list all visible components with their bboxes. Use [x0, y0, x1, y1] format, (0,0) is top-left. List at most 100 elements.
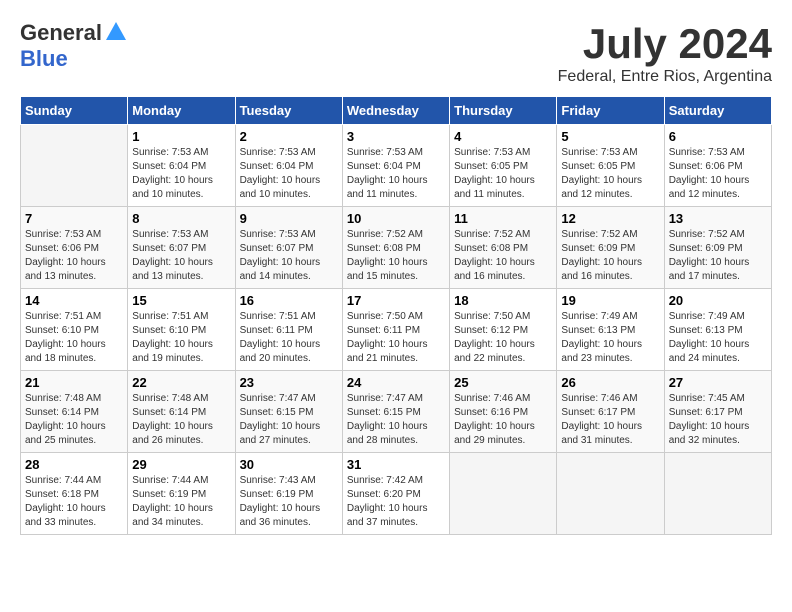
day-cell: 11 Sunrise: 7:52 AM Sunset: 6:08 PM Dayli… [450, 207, 557, 289]
week-row-1: 1 Sunrise: 7:53 AM Sunset: 6:04 PM Daylig… [21, 125, 772, 207]
day-cell: 20 Sunrise: 7:49 AM Sunset: 6:13 PM Dayli… [664, 289, 771, 371]
day-info: Sunrise: 7:46 AM Sunset: 6:16 PM Dayligh… [454, 392, 552, 448]
title-area: July 2024 Federal, Entre Rios, Argentina [558, 20, 772, 86]
day-number: 11 [454, 211, 552, 226]
day-number: 5 [561, 129, 659, 144]
day-info: Sunrise: 7:52 AM Sunset: 6:09 PM Dayligh… [669, 228, 767, 284]
day-cell: 12 Sunrise: 7:52 AM Sunset: 6:09 PM Dayli… [557, 207, 664, 289]
day-number: 28 [25, 457, 123, 472]
day-cell: 15Sunrise: 7:51 AM Sunset: 6:10 PM Dayli… [128, 289, 235, 371]
header-cell-saturday: Saturday [664, 97, 771, 125]
day-info: Sunrise: 7:48 AM Sunset: 6:14 PM Dayligh… [132, 392, 230, 448]
day-number: 2 [240, 129, 338, 144]
day-info: Sunrise: 7:53 AM Sunset: 6:05 PM Dayligh… [454, 146, 552, 202]
day-cell: 10 Sunrise: 7:52 AM Sunset: 6:08 PM Dayli… [342, 207, 449, 289]
day-number: 8 [132, 211, 230, 226]
day-cell: 8 Sunrise: 7:53 AM Sunset: 6:07 PM Daylig… [128, 207, 235, 289]
day-info: Sunrise: 7:53 AM Sunset: 6:04 PM Dayligh… [347, 146, 445, 202]
day-info: Sunrise: 7:50 AM Sunset: 6:11 PM Dayligh… [347, 310, 445, 366]
day-cell: 22 Sunrise: 7:48 AM Sunset: 6:14 PM Dayli… [128, 371, 235, 453]
header-cell-tuesday: Tuesday [235, 97, 342, 125]
day-number: 3 [347, 129, 445, 144]
day-number: 6 [669, 129, 767, 144]
day-number: 1 [132, 129, 230, 144]
day-number: 23 [240, 375, 338, 390]
month-title: July 2024 [558, 20, 772, 68]
header-cell-thursday: Thursday [450, 97, 557, 125]
day-number: 10 [347, 211, 445, 226]
day-info: Sunrise: 7:52 AM Sunset: 6:09 PM Dayligh… [561, 228, 659, 284]
week-row-5: 28 Sunrise: 7:44 AM Sunset: 6:18 PM Dayli… [21, 453, 772, 535]
logo-icon [106, 22, 126, 40]
day-number: 27 [669, 375, 767, 390]
day-number: 30 [240, 457, 338, 472]
day-cell: 29 Sunrise: 7:44 AM Sunset: 6:19 PM Dayli… [128, 453, 235, 535]
header-cell-friday: Friday [557, 97, 664, 125]
day-info: Sunrise: 7:53 AM Sunset: 6:07 PM Dayligh… [132, 228, 230, 284]
header-cell-monday: Monday [128, 97, 235, 125]
day-cell [450, 453, 557, 535]
day-cell [557, 453, 664, 535]
day-number: 18 [454, 293, 552, 308]
logo-blue: Blue [20, 46, 68, 72]
day-info: Sunrise: 7:49 AM Sunset: 6:13 PM Dayligh… [669, 310, 767, 366]
day-number: 31 [347, 457, 445, 472]
day-number: 29 [132, 457, 230, 472]
day-cell: 16 Sunrise: 7:51 AM Sunset: 6:11 PM Dayli… [235, 289, 342, 371]
day-number: 21 [25, 375, 123, 390]
calendar-table: SundayMondayTuesdayWednesdayThursdayFrid… [20, 96, 772, 535]
day-number: 25 [454, 375, 552, 390]
week-row-4: 21 Sunrise: 7:48 AM Sunset: 6:14 PM Dayli… [21, 371, 772, 453]
header-cell-sunday: Sunday [21, 97, 128, 125]
day-info: Sunrise: 7:49 AM Sunset: 6:13 PM Dayligh… [561, 310, 659, 366]
day-number: 9 [240, 211, 338, 226]
day-number: 16 [240, 293, 338, 308]
day-number: 20 [669, 293, 767, 308]
day-cell: 18 Sunrise: 7:50 AM Sunset: 6:12 PM Dayli… [450, 289, 557, 371]
logo-general: General [20, 20, 102, 46]
day-number: 24 [347, 375, 445, 390]
day-info: Sunrise: 7:53 AM Sunset: 6:07 PM Dayligh… [240, 228, 338, 284]
day-info: Sunrise: 7:43 AM Sunset: 6:19 PM Dayligh… [240, 474, 338, 530]
day-info: Sunrise: 7:53 AM Sunset: 6:04 PM Dayligh… [132, 146, 230, 202]
day-info: Sunrise: 7:52 AM Sunset: 6:08 PM Dayligh… [454, 228, 552, 284]
day-number: 13 [669, 211, 767, 226]
day-cell: 23Sunrise: 7:47 AM Sunset: 6:15 PM Dayli… [235, 371, 342, 453]
day-number: 7 [25, 211, 123, 226]
day-number: 14 [25, 293, 123, 308]
day-number: 26 [561, 375, 659, 390]
day-info: Sunrise: 7:53 AM Sunset: 6:06 PM Dayligh… [25, 228, 123, 284]
day-cell: 2Sunrise: 7:53 AM Sunset: 6:04 PM Daylig… [235, 125, 342, 207]
location-title: Federal, Entre Rios, Argentina [558, 68, 772, 86]
day-cell: 9 Sunrise: 7:53 AM Sunset: 6:07 PM Daylig… [235, 207, 342, 289]
day-info: Sunrise: 7:45 AM Sunset: 6:17 PM Dayligh… [669, 392, 767, 448]
day-number: 22 [132, 375, 230, 390]
day-info: Sunrise: 7:44 AM Sunset: 6:18 PM Dayligh… [25, 474, 123, 530]
day-number: 12 [561, 211, 659, 226]
day-info: Sunrise: 7:42 AM Sunset: 6:20 PM Dayligh… [347, 474, 445, 530]
day-cell: 19 Sunrise: 7:49 AM Sunset: 6:13 PM Dayli… [557, 289, 664, 371]
day-cell: 21 Sunrise: 7:48 AM Sunset: 6:14 PM Dayli… [21, 371, 128, 453]
day-cell: 4 Sunrise: 7:53 AM Sunset: 6:05 PM Daylig… [450, 125, 557, 207]
day-cell: 3 Sunrise: 7:53 AM Sunset: 6:04 PM Daylig… [342, 125, 449, 207]
header-cell-wednesday: Wednesday [342, 97, 449, 125]
day-cell: 30 Sunrise: 7:43 AM Sunset: 6:19 PM Dayli… [235, 453, 342, 535]
day-info: Sunrise: 7:53 AM Sunset: 6:06 PM Dayligh… [669, 146, 767, 202]
day-info: Sunrise: 7:50 AM Sunset: 6:12 PM Dayligh… [454, 310, 552, 366]
day-cell: 17 Sunrise: 7:50 AM Sunset: 6:11 PM Dayli… [342, 289, 449, 371]
day-info: Sunrise: 7:51 AM Sunset: 6:11 PM Dayligh… [240, 310, 338, 366]
day-info: Sunrise: 7:44 AM Sunset: 6:19 PM Dayligh… [132, 474, 230, 530]
day-info: Sunrise: 7:52 AM Sunset: 6:08 PM Dayligh… [347, 228, 445, 284]
day-cell: 6 Sunrise: 7:53 AM Sunset: 6:06 PM Daylig… [664, 125, 771, 207]
day-number: 4 [454, 129, 552, 144]
day-cell: 31 Sunrise: 7:42 AM Sunset: 6:20 PM Dayli… [342, 453, 449, 535]
day-cell: 1 Sunrise: 7:53 AM Sunset: 6:04 PM Daylig… [128, 125, 235, 207]
day-cell: 7 Sunrise: 7:53 AM Sunset: 6:06 PM Daylig… [21, 207, 128, 289]
page-header: General Blue July 2024 Federal, Entre Ri… [20, 20, 772, 86]
day-cell: 14Sunrise: 7:51 AM Sunset: 6:10 PM Dayli… [21, 289, 128, 371]
day-number: 19 [561, 293, 659, 308]
day-info: Sunrise: 7:46 AM Sunset: 6:17 PM Dayligh… [561, 392, 659, 448]
day-number: 17 [347, 293, 445, 308]
day-info: Sunrise: 7:48 AM Sunset: 6:14 PM Dayligh… [25, 392, 123, 448]
day-info: Sunrise: 7:51 AM Sunset: 6:10 PM Dayligh… [132, 310, 230, 366]
